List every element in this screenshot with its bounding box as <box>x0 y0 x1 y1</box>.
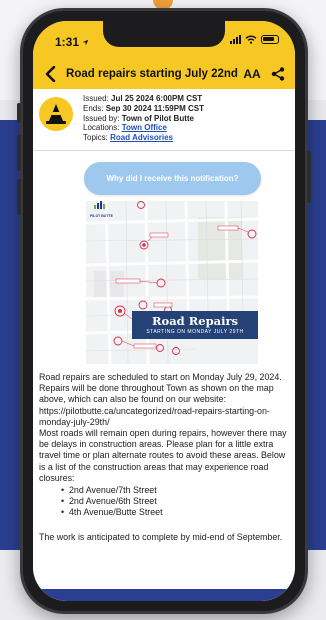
map-banner-title: Road Repairs <box>152 314 238 328</box>
nav-bar: Road repairs starting July 22nd AA <box>33 59 295 89</box>
status-icons <box>230 35 279 44</box>
power-button <box>307 151 311 203</box>
volume-down-button <box>17 179 21 215</box>
wifi-icon <box>245 35 257 44</box>
list-item: 2nd Avenue/7th Street <box>61 485 289 496</box>
why-notification-button[interactable]: Why did I receive this notification? <box>84 162 261 195</box>
mute-switch <box>17 103 21 123</box>
pilot-butte-logo <box>94 201 105 209</box>
status-bar: 1:31 <box>33 21 295 59</box>
map-streets <box>86 201 258 364</box>
notification-meta: Issued: Jul 25 2024 6:00PM CST Ends: Sep… <box>33 89 295 151</box>
body-closing: The work is anticipated to complete by m… <box>39 531 283 542</box>
back-button[interactable] <box>37 59 63 89</box>
road-repairs-map-image[interactable]: PILOT BUTTE Road Repairs STARTING ON MON… <box>86 201 258 364</box>
notification-body: Road repairs are scheduled to start on M… <box>39 372 289 543</box>
topic-link[interactable]: Road Advisories <box>110 133 173 142</box>
status-time: 1:31 <box>55 35 89 49</box>
map-banner: Road Repairs STARTING ON MONDAY JULY 29T… <box>132 311 258 339</box>
meta-issued: Issued: Jul 25 2024 6:00PM CST <box>83 94 203 103</box>
traffic-cone-icon <box>39 97 73 131</box>
location-link[interactable]: Town Office <box>122 123 167 132</box>
notch <box>103 21 225 47</box>
share-icon <box>271 67 285 81</box>
map-logo-text: PILOT BUTTE <box>90 214 113 218</box>
location-arrow-icon <box>83 40 89 46</box>
back-arrow-icon <box>45 66 56 82</box>
page-title: Road repairs starting July 22nd <box>66 68 238 80</box>
body-paragraph-1: Road repairs are scheduled to start on M… <box>39 372 282 427</box>
notification-meta-lines: Issued: Jul 25 2024 6:00PM CST Ends: Sep… <box>83 94 204 143</box>
signal-icon <box>230 35 241 44</box>
phone-frame: 1:31 Road repairs starting July 22nd AA … <box>17 8 311 614</box>
meta-issued-by: Issued by: Town of Pilot Butte <box>83 113 194 123</box>
closure-list: 2nd Avenue/7th Street 2nd Avenue/6th Str… <box>61 485 289 519</box>
list-item: 4th Avenue/Butte Street <box>61 507 289 518</box>
body-paragraph-2: Most roads will remain open during repai… <box>39 428 287 483</box>
list-item: 2nd Avenue/6th Street <box>61 496 289 507</box>
share-button[interactable] <box>267 59 289 89</box>
bottom-bar <box>33 589 295 601</box>
volume-up-button <box>17 135 21 171</box>
text-size-button[interactable]: AA <box>241 67 263 81</box>
battery-icon <box>261 35 279 44</box>
meta-locations: Locations: Town Office <box>83 123 167 133</box>
meta-topics: Topics: Road Advisories <box>83 133 173 143</box>
notification-content: Issued: Jul 25 2024 6:00PM CST Ends: Sep… <box>33 89 295 601</box>
phone-screen: 1:31 Road repairs starting July 22nd AA … <box>33 21 295 601</box>
meta-ends: Ends: Sep 30 2024 11:59PM CST <box>83 103 204 113</box>
map-banner-subtitle: STARTING ON MONDAY JULY 29TH <box>146 329 244 335</box>
